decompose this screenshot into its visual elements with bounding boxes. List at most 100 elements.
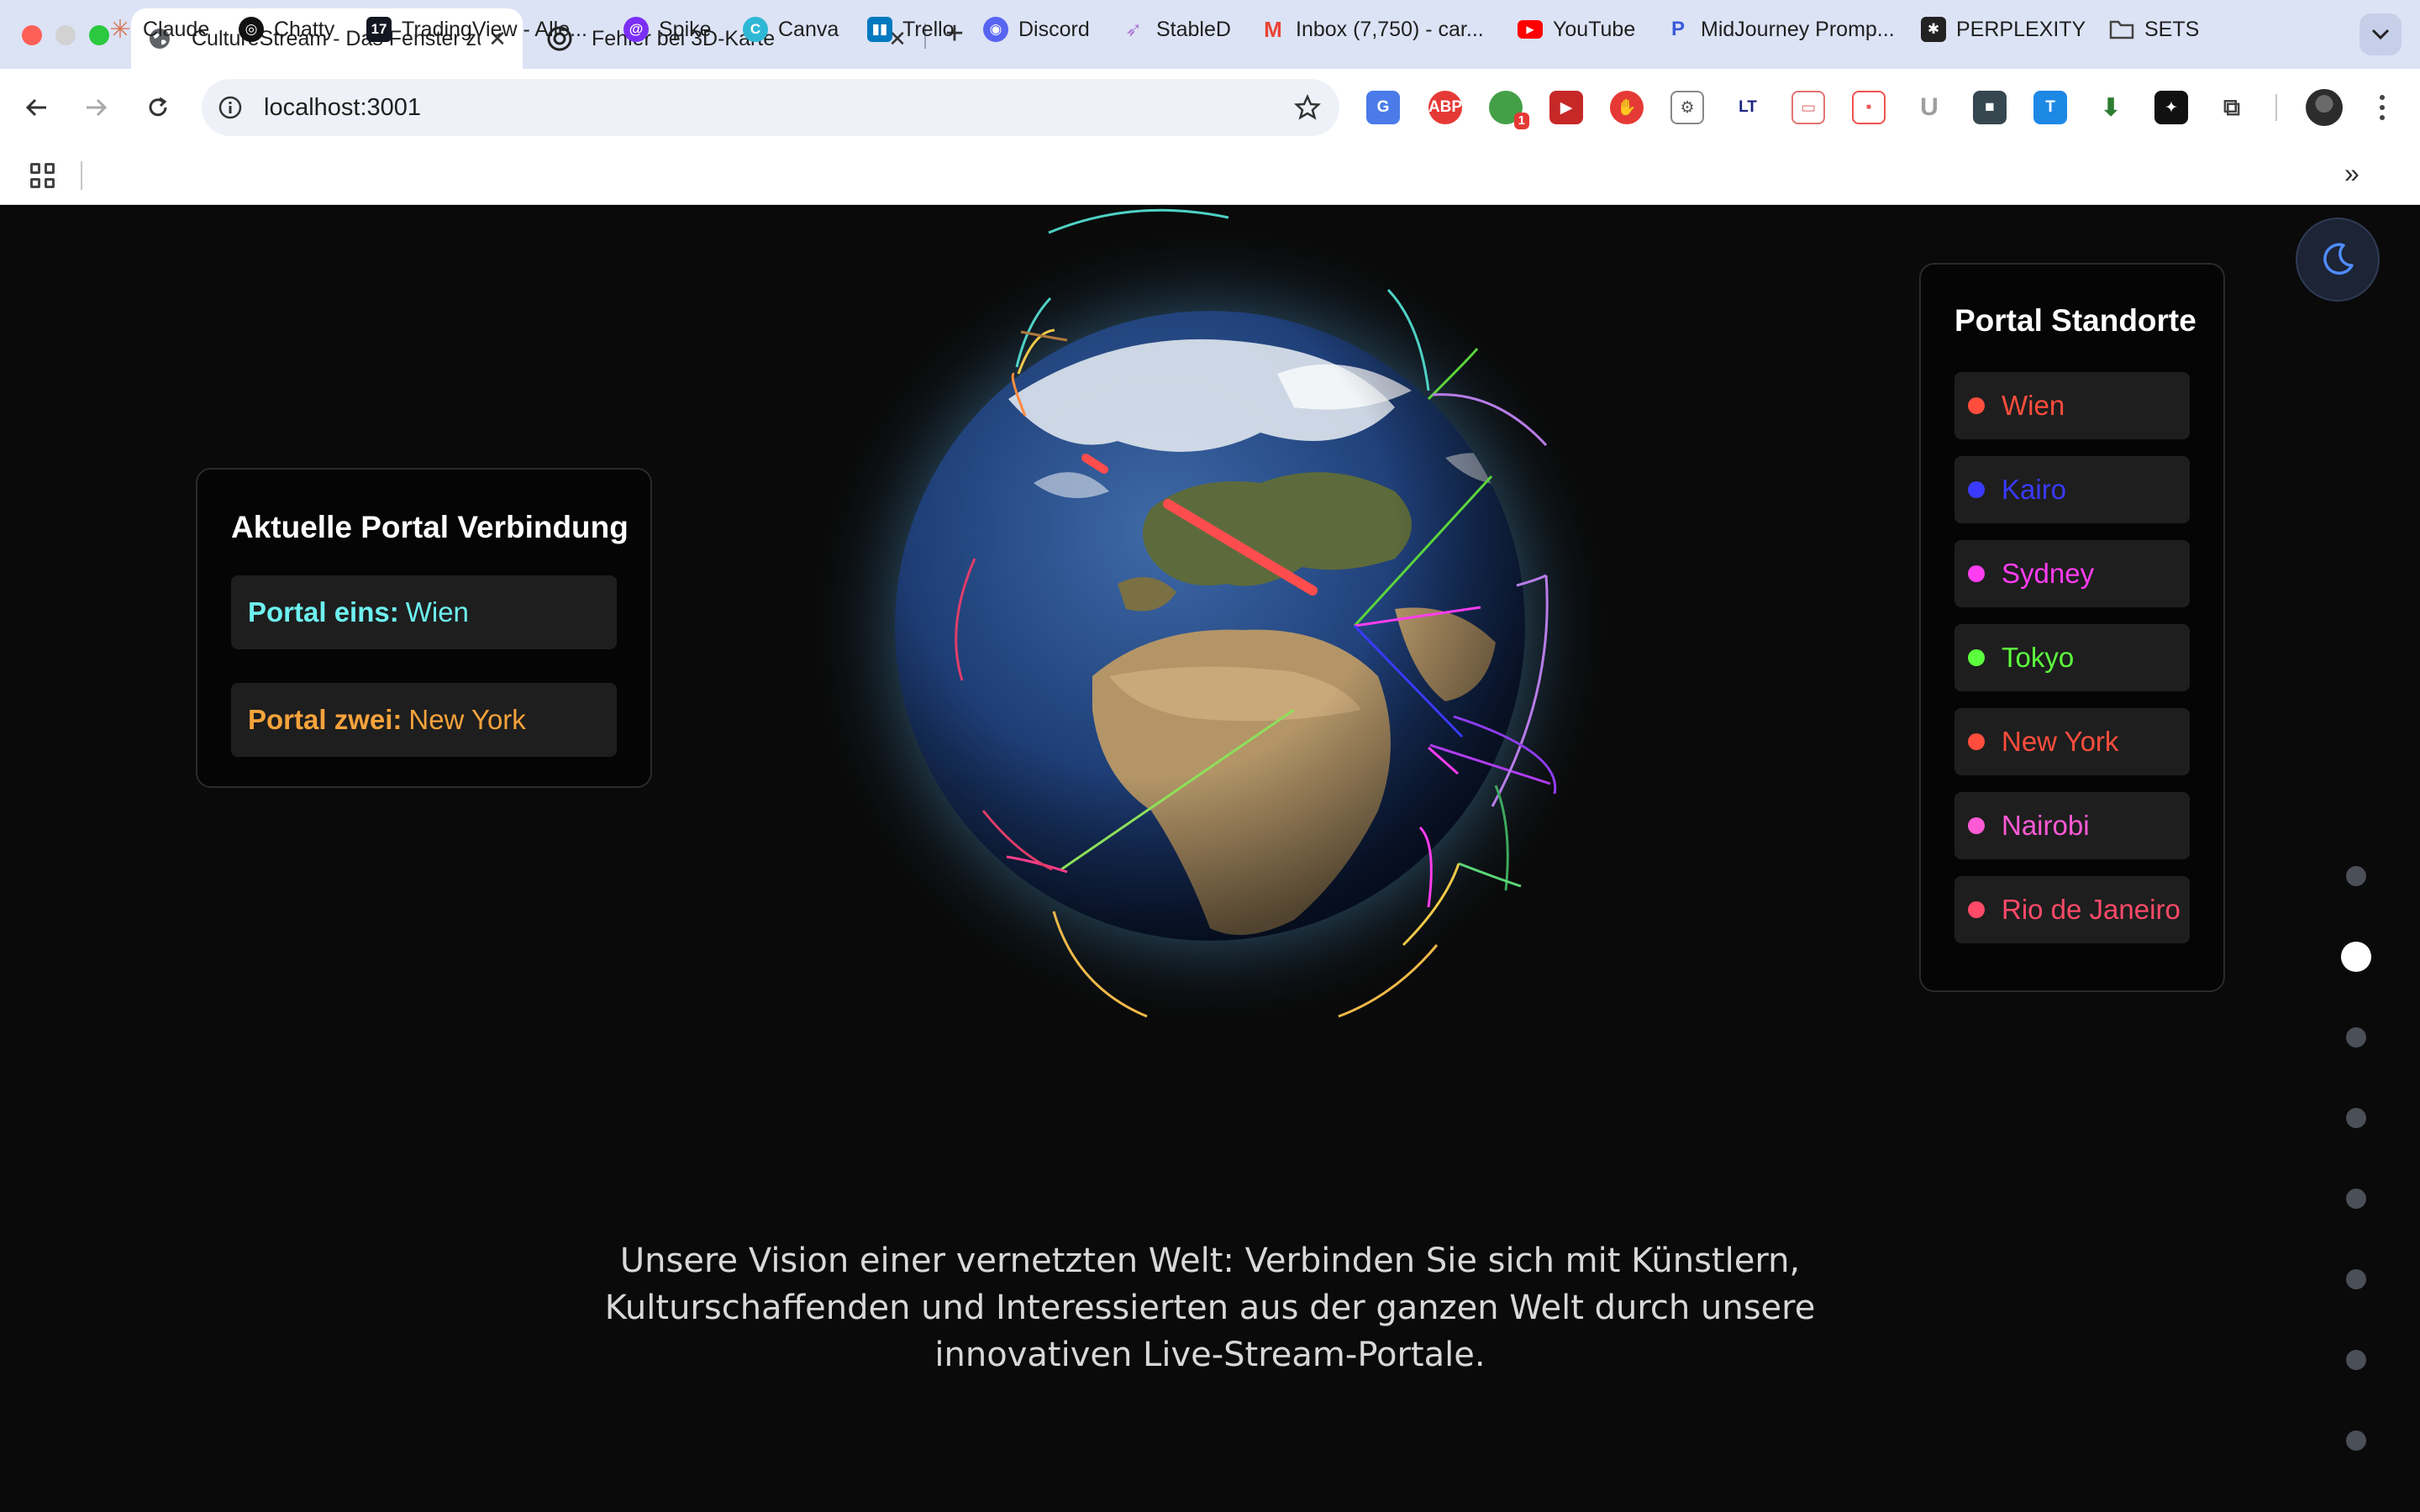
location-item-wien[interactable]: Wien: [1954, 372, 2190, 439]
profile-avatar[interactable]: [2306, 89, 2343, 126]
download-arrow-extension-icon[interactable]: ⬇: [2094, 91, 2128, 124]
extension-squares-icon[interactable]: ■: [1973, 91, 2007, 124]
location-item-tokyo[interactable]: Tokyo: [1954, 624, 2190, 691]
section-dot-4[interactable]: [2346, 1108, 2366, 1128]
close-window-button[interactable]: [22, 25, 42, 45]
bookmark-label: Canva: [778, 17, 839, 41]
location-dot: [1968, 817, 1985, 834]
section-dot-7[interactable]: [2346, 1350, 2366, 1370]
bookmark-star-icon[interactable]: [1291, 91, 1324, 124]
address-bar[interactable]: localhost:3001: [202, 79, 1339, 136]
apps-grid-icon[interactable]: [30, 163, 55, 188]
section-dot-3[interactable]: [2346, 1027, 2366, 1047]
portal-one-value: Wien: [405, 596, 469, 627]
moon-icon: [2323, 243, 2354, 275]
bookmark-claude[interactable]: ✳ Claude: [108, 13, 209, 45]
extension-t-icon[interactable]: T: [2033, 91, 2067, 124]
back-button[interactable]: [17, 87, 57, 128]
more-bookmarks-icon[interactable]: »: [2344, 158, 2360, 189]
bookmark-chatty[interactable]: ◎ Chatty: [239, 13, 334, 45]
bookmark-label: Claude: [143, 17, 210, 41]
section-dot-1[interactable]: [2346, 866, 2366, 886]
portal-one-row: Portal eins: Wien: [231, 575, 617, 649]
google-translate-extension-icon[interactable]: G: [1366, 91, 1400, 124]
extension-green-icon[interactable]: 1: [1489, 91, 1529, 129]
reload-button[interactable]: [138, 87, 178, 128]
bookmark-trello[interactable]: ▮▮ Trello: [867, 13, 955, 45]
theme-toggle-button[interactable]: [2296, 218, 2380, 302]
location-item-kairo[interactable]: Kairo: [1954, 456, 2190, 523]
reload-icon: [149, 97, 167, 117]
extension-red-play-icon[interactable]: ▶: [1549, 91, 1583, 124]
languagetool-extension-icon[interactable]: LT: [1731, 91, 1765, 124]
bookmark-perplexity[interactable]: ✱ PERPLEXITY: [1921, 13, 2086, 45]
extension-u-icon[interactable]: U: [1912, 91, 1946, 124]
location-dot: [1968, 901, 1985, 918]
ublock-extension-icon[interactable]: ✋: [1610, 91, 1644, 124]
location-item-new-york[interactable]: New York: [1954, 708, 2190, 775]
canva-icon: C: [743, 17, 768, 42]
location-dot: [1968, 733, 1985, 750]
midjourney-icon: P: [1670, 18, 1685, 40]
portal-locations-panel: Portal Standorte Wien Kairo Sydney Tokyo…: [1919, 263, 2225, 992]
bookmark-stabled[interactable]: ➶ StableD: [1121, 13, 1231, 45]
bookmark-label: TradingView - Alle...: [402, 17, 587, 41]
portal-two-row: Portal zwei: New York: [231, 683, 617, 757]
extensions-puzzle-icon[interactable]: ⧉: [2215, 91, 2249, 124]
globe-3d-view[interactable]: [756, 206, 1681, 1046]
perplexity-icon: ✱: [1921, 17, 1946, 42]
bookmarks-divider: [81, 161, 82, 190]
location-item-rio-de-janeiro[interactable]: Rio de Janeiro: [1954, 876, 2190, 943]
location-dot: [1968, 481, 1985, 498]
portal-one-label: Portal eins:: [248, 596, 399, 627]
bookmark-folder-sets[interactable]: SETS: [2109, 13, 2199, 45]
bookmark-label: Discord: [1018, 17, 1090, 41]
location-item-nairobi[interactable]: Nairobi: [1954, 792, 2190, 859]
browser-menu-icon[interactable]: [2370, 87, 2395, 128]
arrow-left-icon: [25, 98, 46, 117]
culturestream-page: Aktuelle Portal Verbindung Portal eins: …: [0, 206, 2420, 1512]
toolbar-divider: [2275, 94, 2277, 121]
location-label: New York: [2002, 726, 2119, 757]
extension-chat-icon[interactable]: ▪: [1852, 91, 1886, 124]
bookmark-label: Trello: [902, 17, 955, 41]
section-dot-6[interactable]: [2346, 1269, 2366, 1289]
bookmark-spike[interactable]: @ Spike: [623, 13, 712, 45]
extension-image-icon[interactable]: ▭: [1791, 91, 1825, 124]
bookmark-label: Spike: [659, 17, 712, 41]
extension-gears-icon[interactable]: ⚙: [1670, 91, 1704, 124]
tab-fehler-3d-karte[interactable]: Fehler bei 3D-Karte ✕: [531, 8, 923, 69]
location-item-sydney[interactable]: Sydney: [1954, 540, 2190, 607]
arrow-right-icon: [87, 98, 108, 117]
globe-earth: [895, 311, 1525, 941]
forward-button[interactable]: [76, 87, 116, 128]
discord-icon: ◉: [983, 17, 1008, 42]
bookmark-youtube[interactable]: ▶ YouTube: [1518, 13, 1635, 45]
gmail-icon: M: [1264, 16, 1282, 42]
bookmark-canva[interactable]: C Canva: [743, 13, 839, 45]
location-label: Kairo: [2002, 474, 2067, 505]
bookmark-discord[interactable]: ◉ Discord: [983, 13, 1090, 45]
maximize-window-button[interactable]: [89, 25, 109, 45]
extension-sparkle-icon[interactable]: ✦: [2154, 91, 2188, 124]
extension-badge: 1: [1513, 113, 1529, 129]
tab-search-button[interactable]: [2360, 13, 2402, 55]
section-dot-5[interactable]: [2346, 1189, 2366, 1209]
portal-locations-title: Portal Standorte: [1954, 303, 2196, 338]
section-dot-2-active[interactable]: [2341, 942, 2371, 972]
bookmark-label: StableD: [1156, 17, 1231, 41]
site-info-icon[interactable]: [213, 91, 247, 124]
minimize-window-button[interactable]: [55, 25, 76, 45]
url-text: localhost:3001: [264, 94, 422, 121]
adblock-plus-extension-icon[interactable]: ABP: [1428, 91, 1462, 124]
section-dot-8[interactable]: [2346, 1431, 2366, 1451]
bookmark-gmail-inbox[interactable]: M Inbox (7,750) - car...: [1260, 13, 1484, 45]
portal-two-label: Portal zwei:: [248, 704, 402, 735]
folder-icon: [2109, 17, 2134, 42]
location-label: Nairobi: [2002, 810, 2090, 841]
bookmarks-bar: [0, 146, 2420, 205]
tradingview-icon: 17: [366, 17, 392, 42]
trello-icon: ▮▮: [867, 17, 892, 42]
bookmark-tradingview[interactable]: 17 TradingView - Alle...: [366, 13, 587, 45]
bookmark-midjourney[interactable]: P MidJourney Promp...: [1665, 13, 1895, 45]
